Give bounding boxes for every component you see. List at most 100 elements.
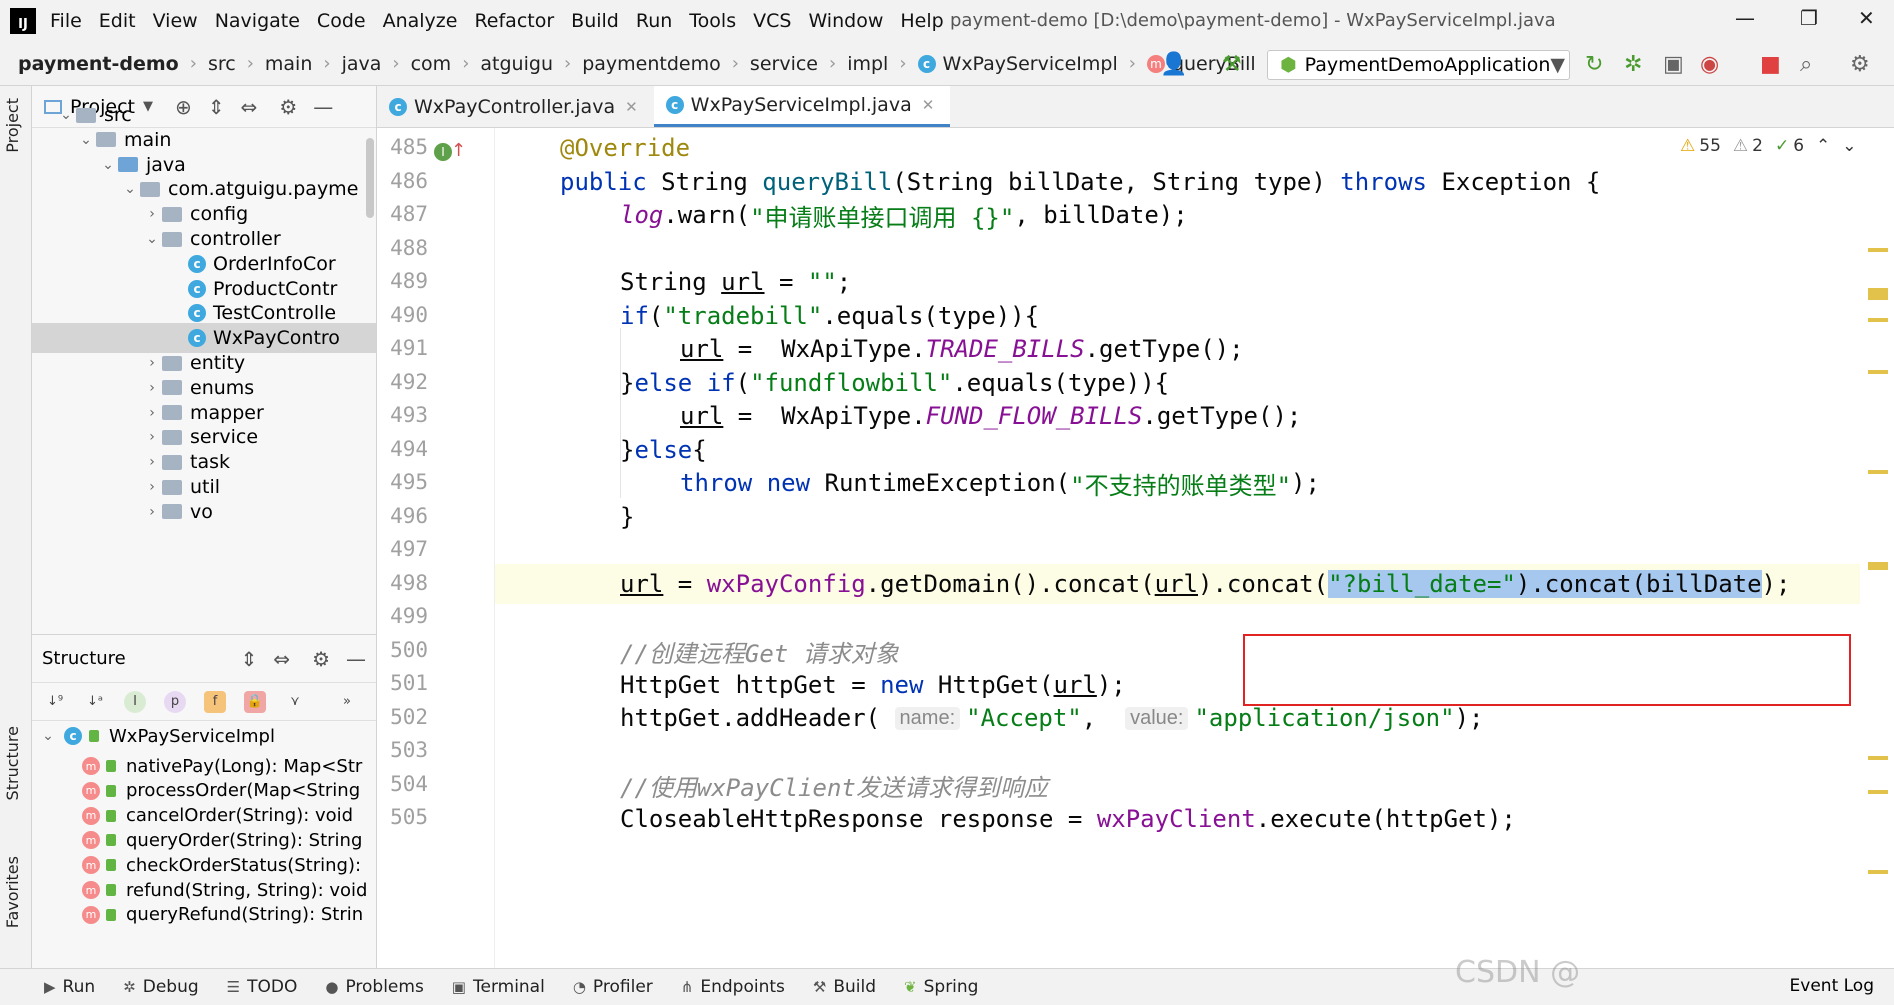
warning-marker[interactable] (1868, 318, 1888, 322)
profiler-icon[interactable]: ◉ (1700, 52, 1719, 77)
code-editor[interactable]: @Override public String queryBill (String… (495, 128, 1860, 968)
menu-view[interactable]: View (153, 10, 198, 32)
todo-tool-button[interactable]: ☰ TODO (227, 977, 298, 997)
menu-navigate[interactable]: Navigate (215, 10, 300, 32)
more-icon[interactable]: » (336, 691, 358, 713)
warning-marker[interactable] (1868, 870, 1888, 874)
inspection-widget[interactable]: ⚠ 55 ⚠ 2 ✓ 6 ⌃ ⌄ (1680, 136, 1869, 156)
build-hammer-icon[interactable]: ⚒ (1222, 52, 1242, 77)
close-tab-icon[interactable]: ✕ (922, 96, 935, 114)
menu-window[interactable]: Window (808, 10, 883, 32)
hide-icon[interactable]: — (346, 647, 366, 671)
chevron-right-icon[interactable]: › (142, 355, 162, 371)
minimize-icon[interactable]: — (1735, 6, 1755, 30)
build-tool-button[interactable]: ⚒ Build (813, 977, 876, 997)
properties-icon[interactable]: p (164, 690, 186, 713)
endpoints-tool-button[interactable]: ⋔ Endpoints (681, 977, 785, 997)
menu-file[interactable]: File (50, 10, 82, 32)
chevron-up-icon[interactable]: ⌃ (1816, 136, 1830, 156)
chevron-down-icon[interactable]: ⌄ (98, 157, 118, 173)
crumb-atguigu[interactable]: atguigu (480, 53, 553, 75)
menu-analyze[interactable]: Analyze (383, 10, 458, 32)
code-line: url = WxApiType. FUND_FLOW_BILLS .getType(… (680, 402, 1302, 430)
override-arrow-icon[interactable]: ↑ (451, 140, 466, 161)
implements-method-icon[interactable]: I (434, 143, 452, 161)
warning-marker[interactable] (1868, 756, 1888, 760)
expand-all-icon[interactable]: ⇕ (241, 647, 258, 671)
tab-wxpaycontroller[interactable]: c WxPayController.java ✕ (377, 86, 654, 127)
sort-alpha-icon[interactable]: ↓ᵃ (84, 691, 106, 713)
event-log-button[interactable]: Event Log (1790, 976, 1874, 996)
menu-edit[interactable]: Edit (99, 10, 136, 32)
stop-icon[interactable]: ■ (1760, 52, 1781, 77)
coverage-icon[interactable]: ▣ (1663, 52, 1684, 77)
fields-icon[interactable]: f (204, 690, 226, 713)
scrollbar[interactable] (366, 138, 374, 218)
chevron-down-icon[interactable]: ⌄ (142, 231, 162, 247)
crumb-project[interactable]: payment-demo (18, 53, 179, 75)
menu-build[interactable]: Build (571, 10, 619, 32)
menu-code[interactable]: Code (317, 10, 366, 32)
tree-item-vo[interactable]: › vo (32, 497, 376, 527)
warning-marker[interactable] (1868, 562, 1888, 570)
warning-marker[interactable] (1868, 288, 1888, 300)
menu-help[interactable]: Help (900, 10, 943, 32)
sort-visibility-icon[interactable]: ↓⁹ (44, 691, 66, 713)
restore-icon[interactable]: ❐ (1800, 6, 1818, 30)
chevron-right-icon[interactable]: › (142, 380, 162, 396)
lambda-icon[interactable]: ⋎ (284, 691, 306, 713)
crumb-com[interactable]: com (411, 53, 452, 75)
settings-icon[interactable]: ⚙ (1850, 52, 1870, 77)
warning-marker[interactable] (1868, 248, 1888, 252)
debug-icon[interactable]: ✲ (1624, 52, 1642, 77)
crumb-main[interactable]: main (265, 53, 312, 75)
close-tab-icon[interactable]: ✕ (625, 98, 638, 116)
crumb-class[interactable]: WxPayServiceImpl (943, 53, 1118, 75)
menu-refactor[interactable]: Refactor (474, 10, 554, 32)
chevron-down-icon[interactable]: ⌄ (38, 728, 58, 744)
chevron-right-icon[interactable]: › (142, 429, 162, 445)
warning-marker[interactable] (1868, 790, 1888, 794)
menu-run[interactable]: Run (636, 10, 672, 32)
crumb-java[interactable]: java (342, 53, 382, 75)
debug-tool-button[interactable]: ✲ Debug (123, 977, 198, 997)
problems-tool-button[interactable]: ● Problems (325, 977, 423, 997)
run-tool-button[interactable]: ▶ Run (44, 977, 95, 997)
chevron-down-icon[interactable]: ⌄ (120, 181, 140, 197)
project-tool-tab[interactable]: Project (3, 98, 22, 153)
menu-tools[interactable]: Tools (689, 10, 736, 32)
warning-marker[interactable] (1868, 470, 1888, 474)
menu-vcs[interactable]: VCS (753, 10, 791, 32)
structure-tool-tab[interactable]: Structure (3, 726, 22, 800)
spring-tool-button[interactable]: ❦ Spring (904, 977, 978, 997)
chevron-right-icon[interactable]: › (142, 504, 162, 520)
user-icon[interactable]: 👤 (1160, 52, 1187, 77)
terminal-tool-button[interactable]: ▣ Terminal (452, 977, 545, 997)
line-number-gutter[interactable]: I ↑ 💡 4854864874884894904914924934944954… (377, 128, 536, 968)
favorites-tool-tab[interactable]: Favorites (3, 856, 22, 928)
crumb-src[interactable]: src (208, 53, 236, 75)
profiler-tool-button[interactable]: ◔ Profiler (573, 977, 653, 997)
collapse-all-icon[interactable]: ⇔ (273, 647, 290, 671)
gear-icon[interactable]: ⚙ (312, 647, 330, 671)
chevron-down-icon[interactable]: ⌄ (76, 132, 96, 148)
chevron-right-icon[interactable]: › (142, 206, 162, 222)
rerun-icon[interactable]: ↻ (1585, 52, 1603, 77)
non-public-icon[interactable]: 🔒 (244, 690, 266, 713)
structure-method-item[interactable]: m queryRefund(String): Strin (32, 900, 376, 930)
chevron-right-icon[interactable]: › (142, 405, 162, 421)
crumb-paymentdemo[interactable]: paymentdemo (582, 53, 721, 75)
crumb-service[interactable]: service (750, 53, 818, 75)
run-configuration-select[interactable]: ⬢ PaymentDemoApplication ▼ (1267, 50, 1570, 80)
crumb-impl[interactable]: impl (847, 53, 888, 75)
inherited-icon[interactable]: I (124, 690, 146, 713)
close-icon[interactable]: ✕ (1858, 6, 1875, 30)
chevron-down-icon[interactable]: ⌄ (1842, 136, 1856, 156)
search-icon[interactable]: ⌕ (1800, 52, 1812, 77)
tab-wxpayserviceimpl[interactable]: c WxPayServiceImpl.java ✕ (653, 86, 951, 127)
warning-marker[interactable] (1868, 370, 1888, 374)
chevron-down-icon[interactable]: ⌄ (56, 107, 76, 123)
chevron-right-icon[interactable]: › (142, 454, 162, 470)
chevron-right-icon[interactable]: › (142, 479, 162, 495)
structure-class-row[interactable]: ⌄ c WxPayServiceImpl (32, 721, 376, 751)
